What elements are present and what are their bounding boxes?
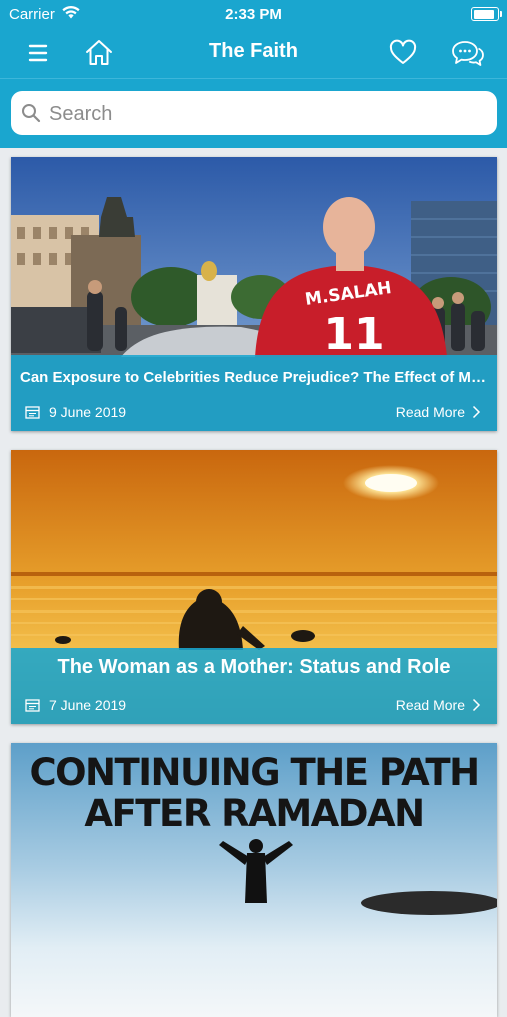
chevron-right-icon xyxy=(472,405,481,419)
nav-divider xyxy=(0,78,507,79)
article-date-text: 7 June 2019 xyxy=(49,697,127,713)
search-input[interactable] xyxy=(47,99,481,129)
read-more-link[interactable]: Read More xyxy=(396,697,481,713)
article-card[interactable]: The Woman as a Mother: Status and Role 7… xyxy=(11,450,497,724)
article-image: CONTINUING THE PATH AFTER RAMADAN xyxy=(11,743,497,1017)
search-bar[interactable] xyxy=(11,91,497,135)
heart-icon[interactable] xyxy=(388,38,418,68)
article-date: 7 June 2019 xyxy=(25,697,126,713)
top-bar: Carrier 2:33 PM The Faith xyxy=(0,0,507,148)
article-title[interactable]: Can Exposure to Celebrities Reduce Preju… xyxy=(20,369,489,386)
calendar-icon xyxy=(25,406,40,419)
article-card[interactable]: M.SALAH 11 Can Exposure to Celebrities R… xyxy=(11,157,497,431)
chevron-right-icon xyxy=(472,698,481,712)
read-more-label: Read More xyxy=(395,697,465,713)
status-bar: Carrier 2:33 PM xyxy=(0,0,507,28)
chat-icon[interactable] xyxy=(451,38,485,68)
battery-icon xyxy=(471,7,502,21)
article-overlay: Can Exposure to Celebrities Reduce Preju… xyxy=(11,355,497,431)
jersey-number: 11 xyxy=(323,309,384,360)
read-more-link[interactable]: Read More xyxy=(396,404,481,420)
article-date-text: 9 June 2019 xyxy=(49,404,127,420)
article-card[interactable]: CONTINUING THE PATH AFTER RAMADAN xyxy=(11,743,497,1017)
article-title[interactable]: The Woman as a Mother: Status and Role xyxy=(11,656,497,679)
page-title: The Faith xyxy=(209,40,298,62)
image-heading-line1: CONTINUING THE PATH xyxy=(29,751,478,794)
article-date: 9 June 2019 xyxy=(25,404,126,420)
navigation-bar: The Faith xyxy=(0,30,507,76)
read-more-label: Read More xyxy=(395,404,465,420)
clock: 2:33 PM xyxy=(225,6,282,23)
image-heading-line2: AFTER RAMADAN xyxy=(84,792,423,835)
article-overlay: The Woman as a Mother: Status and Role 7… xyxy=(11,648,497,724)
search-icon xyxy=(21,103,41,128)
calendar-icon xyxy=(25,699,40,712)
